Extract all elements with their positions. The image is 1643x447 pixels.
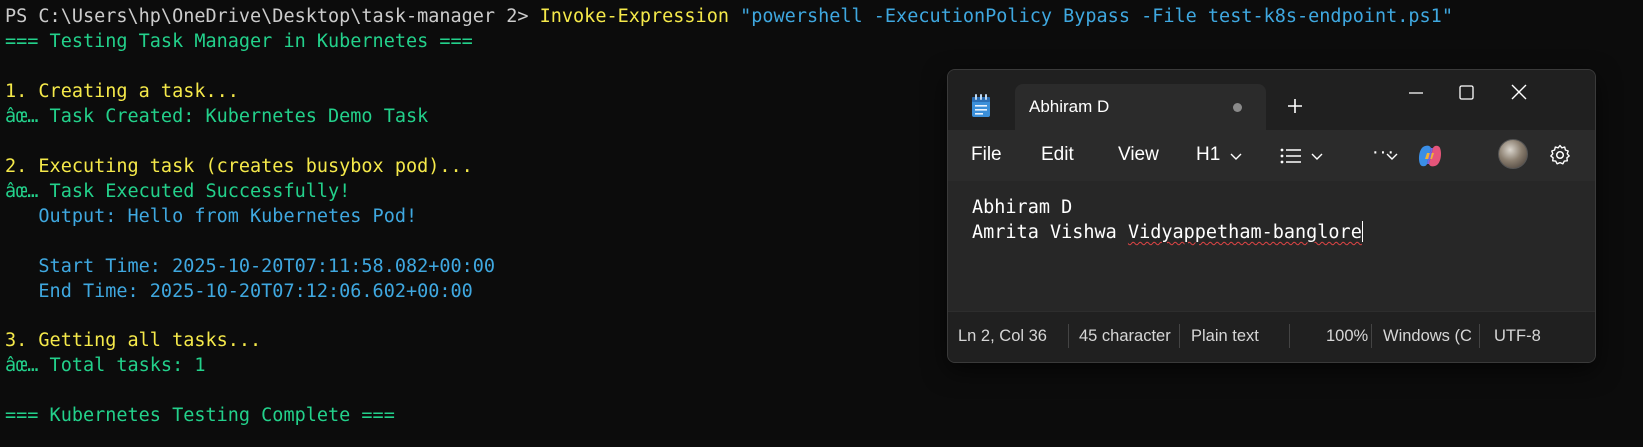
terminal-command-line: PS C:\Users\hp\OneDrive\Desktop\task-man… — [5, 5, 1453, 29]
close-button[interactable] — [1499, 78, 1539, 108]
maximize-button[interactable] — [1446, 78, 1486, 108]
copilot-chevron-down-icon[interactable] — [1385, 152, 1399, 162]
unsaved-dot-icon[interactable] — [1233, 103, 1242, 112]
output-step-1-result: âœ… Task Created: Kubernetes Demo Task — [5, 106, 429, 127]
status-bar: Ln 2, Col 36 45 characters Plain text 10… — [948, 311, 1595, 362]
output-step-3: 3. Getting all tasks... — [5, 330, 262, 351]
output-step-2: 2. Executing task (creates busybox pod).… — [5, 156, 473, 177]
copilot-icon[interactable] — [1417, 144, 1443, 168]
zoom-level[interactable]: 100% — [1326, 327, 1386, 346]
output-footer: === Kubernetes Testing Complete === — [5, 405, 395, 426]
status-divider — [1479, 324, 1480, 348]
output-step-3-result: âœ… Total tasks: 1 — [5, 355, 206, 376]
prompt-text: PS C:\Users\hp\OneDrive\Desktop\task-man… — [5, 6, 540, 27]
output-header: === Testing Task Manager in Kubernetes =… — [5, 31, 473, 52]
character-count[interactable]: 45 characters — [1079, 327, 1171, 346]
notepad-window[interactable]: Abhiram D File Edit View H1 ··· Abhiram … — [947, 69, 1596, 363]
list-chevron-down-icon[interactable] — [1310, 152, 1324, 162]
editor-line-1: Abhiram D — [972, 197, 1073, 218]
tab-title: Abhiram D — [1029, 97, 1110, 116]
text-caret — [1361, 221, 1363, 242]
status-divider — [1371, 324, 1372, 348]
status-divider — [1068, 324, 1069, 348]
misspelled-word[interactable]: Vidyappetham-banglore — [1128, 222, 1362, 243]
new-tab-icon[interactable] — [1283, 94, 1307, 118]
command-text: Invoke-Expression — [539, 6, 729, 27]
line-ending[interactable]: Windows (CRLF) — [1383, 327, 1471, 346]
output-step-2-result: âœ… Task Executed Successfully! — [5, 181, 351, 202]
heading-dropdown[interactable]: H1 — [1196, 144, 1220, 166]
chevron-down-icon[interactable] — [1229, 152, 1243, 162]
cursor-position[interactable]: Ln 2, Col 36 — [958, 327, 1063, 346]
output-step-1: 1. Creating a task... — [5, 81, 239, 102]
menu-view[interactable]: View — [1118, 144, 1159, 166]
list-icon[interactable] — [1280, 147, 1302, 165]
gear-icon[interactable] — [1548, 143, 1572, 167]
encoding[interactable]: UTF-8 — [1494, 327, 1564, 346]
avatar[interactable] — [1498, 139, 1528, 169]
status-divider — [1289, 324, 1290, 348]
command-argument: "powershell -ExecutionPolicy Bypass -Fil… — [740, 6, 1453, 27]
output-start-time: Start Time: 2025-10-20T07:11:58.082+00:0… — [5, 256, 496, 277]
output-pod-output: Output: Hello from Kubernetes Pod! — [5, 206, 418, 227]
menu-bar: File Edit View H1 ··· — [948, 130, 1595, 181]
editor-line-2: Amrita Vishwa Vidyappetham-banglore — [972, 221, 1363, 245]
tab-document[interactable]: Abhiram D — [1015, 84, 1266, 130]
title-bar[interactable]: Abhiram D — [948, 70, 1595, 130]
output-end-time: End Time: 2025-10-20T07:12:06.602+00:00 — [5, 281, 473, 302]
menu-file[interactable]: File — [971, 144, 1002, 166]
menu-edit[interactable]: Edit — [1041, 144, 1074, 166]
minimize-button[interactable] — [1396, 78, 1436, 108]
notepad-icon — [972, 94, 990, 117]
status-divider — [1179, 324, 1180, 348]
text-format[interactable]: Plain text — [1191, 327, 1281, 346]
editor-line-2-text: Amrita Vishwa — [972, 222, 1128, 243]
text-editor[interactable]: Abhiram D Amrita Vishwa Vidyappetham-ban… — [948, 181, 1595, 311]
